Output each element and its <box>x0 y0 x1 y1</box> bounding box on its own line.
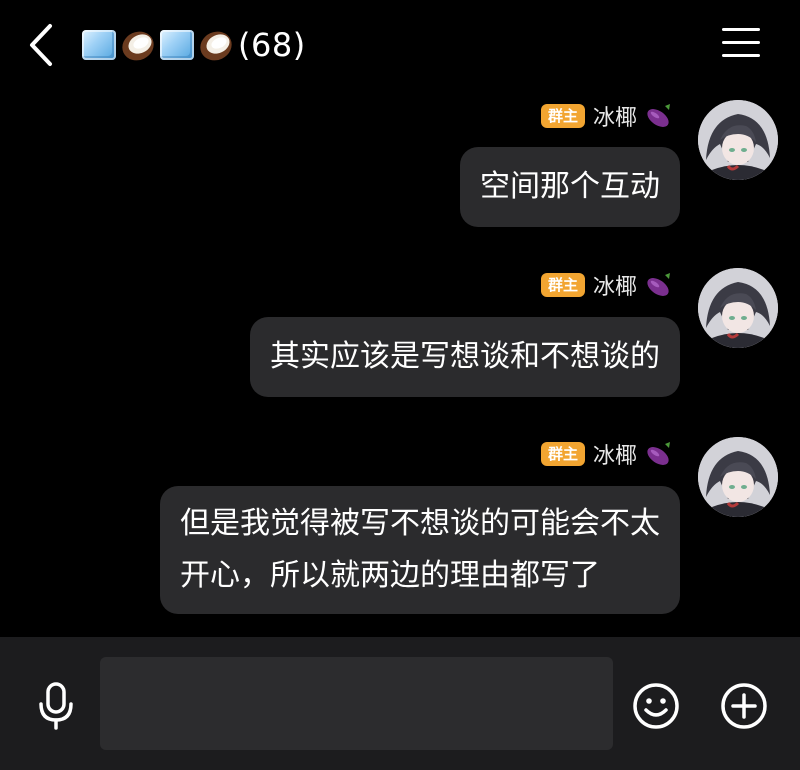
sender-name[interactable]: 冰椰 <box>593 269 637 301</box>
message-bubble[interactable]: 其实应该是写想谈和不想谈的 <box>250 317 680 397</box>
anime-avatar-image <box>698 268 778 348</box>
hamburger-menu-icon <box>722 28 760 31</box>
anime-avatar-image <box>698 437 778 517</box>
hamburger-line <box>722 41 760 44</box>
emoji-button[interactable] <box>632 682 680 730</box>
owner-badge: 群主 <box>540 104 585 128</box>
message-text: 其实应该是写想谈和不想谈的 <box>270 339 660 374</box>
message-text: 空间那个互动 <box>480 169 660 204</box>
plus-icon <box>721 683 767 729</box>
avatar[interactable] <box>698 100 778 180</box>
menu-button[interactable] <box>722 28 760 60</box>
owner-badge: 群主 <box>540 442 585 466</box>
message-meta: 群主 冰椰 <box>540 100 673 132</box>
eggplant-emoji <box>647 442 670 465</box>
microphone-icon <box>39 682 73 730</box>
message-bubble[interactable]: 空间那个互动 <box>460 147 680 227</box>
more-button[interactable] <box>720 682 768 730</box>
coconut-emoji <box>200 31 232 61</box>
message-bubble[interactable]: 但是我觉得被写不想谈的可能会不太 开心，所以就两边的理由都写了 <box>160 486 680 614</box>
message-meta: 群主 冰椰 <box>540 269 673 301</box>
voice-button[interactable] <box>36 682 76 730</box>
coconut-emoji <box>122 31 154 61</box>
avatar[interactable] <box>698 437 778 517</box>
avatar[interactable] <box>698 268 778 348</box>
sender-name[interactable]: 冰椰 <box>593 438 637 470</box>
ice-cube-emoji <box>160 30 194 60</box>
hamburger-line <box>722 54 760 57</box>
message-meta: 群主 冰椰 <box>540 438 673 470</box>
chat-title: (68) <box>82 22 306 68</box>
anime-avatar-image <box>698 100 778 180</box>
eggplant-emoji <box>647 273 670 296</box>
sender-name[interactable]: 冰椰 <box>593 100 637 132</box>
chevron-left-icon <box>30 24 52 66</box>
member-count: (68) <box>238 26 306 64</box>
emoji-icon <box>633 683 679 729</box>
owner-badge: 群主 <box>540 273 585 297</box>
chat-header: (68) <box>0 0 800 90</box>
message-text-line: 开心，所以就两边的理由都写了 <box>180 558 600 593</box>
message-input[interactable] <box>100 657 613 750</box>
eggplant-emoji <box>647 104 670 127</box>
back-button[interactable] <box>22 20 62 70</box>
message-text-line: 但是我觉得被写不想谈的可能会不太 <box>180 506 660 541</box>
ice-cube-emoji <box>82 30 116 60</box>
